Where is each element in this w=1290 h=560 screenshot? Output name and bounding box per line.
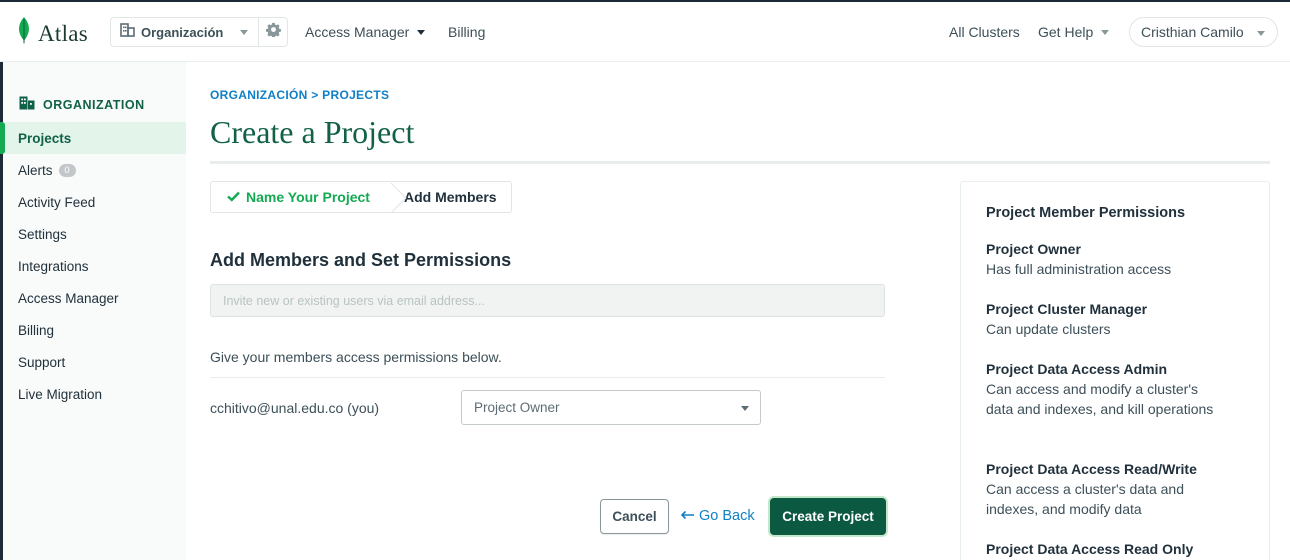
permission-item: Project Data Access Read Only: [986, 539, 1226, 559]
all-clusters-link[interactable]: All Clusters: [949, 24, 1020, 40]
permission-name: Project Data Access Read Only: [986, 541, 1194, 557]
invite-email-input[interactable]: [210, 284, 885, 317]
go-back-link[interactable]: Go Back: [680, 508, 755, 524]
permission-item: Project Owner Has full administration ac…: [986, 239, 1226, 279]
organization-selector[interactable]: Organización: [110, 17, 288, 47]
organization-settings-button[interactable]: [259, 18, 287, 46]
chevron-down-icon: [1257, 31, 1265, 36]
chevron-down-icon: [741, 406, 749, 411]
permissions-instructions: Give your members access permissions bel…: [210, 349, 502, 365]
logo-text: Atlas: [38, 20, 89, 46]
organization-name: Organización: [141, 24, 224, 40]
breadcrumb[interactable]: ORGANIZACIÓN > PROJECTS: [210, 88, 389, 102]
get-help-label: Get Help: [1038, 24, 1094, 40]
sidebar-heading: ORGANIZATION: [19, 96, 145, 113]
sidebar-item-access-manager[interactable]: Access Manager: [0, 282, 186, 314]
sidebar-item-live-migration[interactable]: Live Migration: [0, 378, 186, 410]
permission-description: Can access and modify a cluster's data a…: [986, 381, 1214, 417]
user-menu[interactable]: Cristhian Camilo: [1129, 17, 1278, 47]
checkmark-icon: [227, 189, 240, 205]
sidebar-heading-label: ORGANIZATION: [43, 97, 145, 112]
user-name: Cristhian Camilo: [1141, 24, 1244, 40]
divider: [210, 377, 885, 378]
step-label: Name Your Project: [246, 189, 370, 205]
gear-icon: [265, 22, 281, 42]
role-value: Project Owner: [474, 400, 560, 415]
permissions-panel: Project Member Permissions Project Owner…: [960, 181, 1270, 560]
sidebar-item-activity-feed[interactable]: Activity Feed: [0, 186, 186, 218]
chevron-down-icon: [1101, 29, 1110, 35]
page-title: Create a Project: [210, 114, 415, 150]
leaf-icon: [16, 16, 32, 51]
get-help-menu[interactable]: Get Help: [1038, 24, 1110, 40]
arrow-left-icon: [680, 508, 695, 524]
sidebar: ORGANIZATION Projects Alerts 0 Activity …: [0, 62, 186, 560]
permission-item: Project Cluster Manager Can update clust…: [986, 299, 1226, 339]
member-email: cchitivo@unal.edu.co (you): [210, 400, 380, 416]
permission-description: Can update clusters: [986, 321, 1111, 337]
sidebar-item-integrations[interactable]: Integrations: [0, 250, 186, 282]
billing-link[interactable]: Billing: [448, 24, 485, 40]
sidebar-item-support[interactable]: Support: [0, 346, 186, 378]
permission-name: Project Cluster Manager: [986, 301, 1148, 317]
permission-description: Has full administration access: [986, 261, 1172, 277]
member-role-select[interactable]: Project Owner: [461, 390, 761, 425]
building-icon: [120, 22, 135, 42]
create-project-button[interactable]: Create Project: [770, 498, 886, 535]
step-separator: [386, 182, 396, 212]
chevron-down-icon: [240, 29, 249, 35]
permission-name: Project Data Access Read/Write: [986, 461, 1197, 477]
wizard-steps: Name Your Project Add Members: [210, 181, 512, 213]
permissions-panel-title: Project Member Permissions: [986, 205, 1186, 221]
chevron-down-icon: [417, 29, 426, 35]
alerts-count-badge: 0: [58, 163, 76, 177]
step-name-your-project[interactable]: Name Your Project: [211, 182, 386, 212]
sidebar-item-projects[interactable]: Projects: [0, 122, 186, 154]
access-manager-menu[interactable]: Access Manager: [305, 24, 426, 40]
step-add-members: Add Members: [403, 189, 497, 205]
go-back-label: Go Back: [699, 508, 755, 524]
atlas-logo[interactable]: Atlas: [16, 16, 88, 51]
top-navigation-bar: Atlas Organización Access Manager Billin…: [0, 0, 1290, 62]
window-edge: [0, 0, 1290, 2]
building-icon: [19, 96, 35, 113]
permission-description: Can access a cluster's data and indexes,…: [986, 481, 1185, 517]
sidebar-item-alerts[interactable]: Alerts 0: [0, 154, 186, 186]
cancel-button[interactable]: Cancel: [600, 499, 669, 534]
divider: [210, 161, 1270, 164]
section-heading: Add Members and Set Permissions: [210, 250, 512, 270]
access-manager-label: Access Manager: [305, 24, 410, 40]
sidebar-item-settings[interactable]: Settings: [0, 218, 186, 250]
sidebar-item-label: Alerts: [18, 162, 53, 178]
permission-name: Project Data Access Admin: [986, 361, 1168, 377]
permission-name: Project Owner: [986, 241, 1081, 257]
permission-item: Project Data Access Admin Can access and…: [986, 359, 1226, 419]
sidebar-item-billing[interactable]: Billing: [0, 314, 186, 346]
permission-item: Project Data Access Read/Write Can acces…: [986, 459, 1226, 519]
